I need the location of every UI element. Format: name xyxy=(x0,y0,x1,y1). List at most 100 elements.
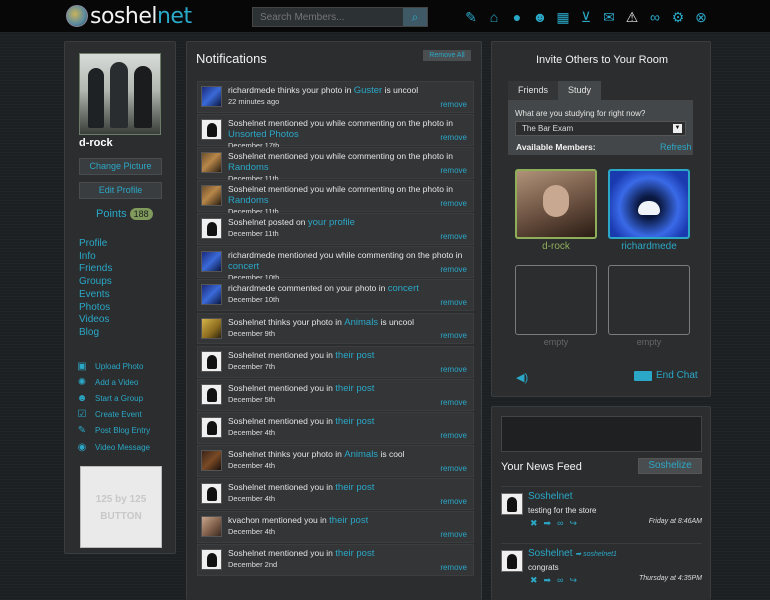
wrench-icon[interactable]: ✎ xyxy=(462,8,480,26)
notification-link[interactable]: Randoms xyxy=(228,162,269,173)
tab-study[interactable]: Study xyxy=(558,81,602,100)
mail-icon[interactable]: ✉ xyxy=(600,8,618,26)
nav-link-info[interactable]: Info xyxy=(79,251,112,264)
notification-link[interactable]: their post xyxy=(335,383,374,394)
notification-thumb[interactable] xyxy=(201,185,222,207)
notification-link[interactable]: concert xyxy=(388,283,419,294)
upload-photo-action[interactable]: ▣ Upload Photo xyxy=(76,358,150,374)
notification-thumb[interactable] xyxy=(201,549,222,571)
empty-member-slot[interactable] xyxy=(608,265,690,335)
post-blog-entry-action[interactable]: ✎ Post Blog Entry xyxy=(76,423,150,439)
nav-link-friends[interactable]: Friends xyxy=(79,263,112,276)
notification-link[interactable]: Animals xyxy=(344,449,378,460)
home-icon[interactable]: ⌂ xyxy=(485,8,503,26)
notification-remove-link[interactable]: remove xyxy=(440,199,467,208)
notification-thumb[interactable] xyxy=(201,350,222,372)
notification-link[interactable]: their post xyxy=(329,515,368,526)
notification-remove-link[interactable]: remove xyxy=(440,166,467,175)
notification-thumb[interactable] xyxy=(201,516,222,538)
member-slot-richardmede[interactable] xyxy=(608,169,690,239)
notification-link[interactable]: Randoms xyxy=(228,195,269,206)
notification-remove-link[interactable]: remove xyxy=(440,100,467,109)
notification-link[interactable]: Unsorted Photos xyxy=(228,129,299,140)
notification-remove-link[interactable]: remove xyxy=(440,431,467,440)
notification-thumb[interactable] xyxy=(201,251,222,273)
link-icon[interactable]: ∞ xyxy=(646,8,664,26)
nav-link-groups[interactable]: Groups xyxy=(79,276,112,289)
nav-link-events[interactable]: Events xyxy=(79,289,112,302)
profile-avatar[interactable] xyxy=(79,53,161,135)
reply-icon[interactable]: ↪ xyxy=(570,575,578,586)
notification-remove-link[interactable]: remove xyxy=(440,298,467,307)
notification-remove-link[interactable]: remove xyxy=(440,365,467,374)
notification-thumb[interactable] xyxy=(201,416,222,438)
nav-link-photos[interactable]: Photos xyxy=(79,302,112,315)
empty-member-slot[interactable] xyxy=(515,265,597,335)
feed-recipient[interactable]: ➡ soshelnet1 xyxy=(575,551,617,558)
remove-all-button[interactable]: Remove All xyxy=(423,50,471,61)
notification-thumb[interactable] xyxy=(201,152,222,174)
logo[interactable]: soshelnet xyxy=(66,3,192,29)
promo-button-placeholder[interactable]: 125 by 125 BUTTON xyxy=(80,466,162,548)
calendar-icon[interactable]: ▦ xyxy=(554,8,572,26)
close-icon[interactable]: ⊗ xyxy=(692,8,710,26)
delete-icon[interactable]: ✖ xyxy=(530,575,538,586)
end-chat-button[interactable]: End Chat xyxy=(634,370,698,381)
feed-author[interactable]: Soshelnet ➡ soshelnet1 xyxy=(528,548,617,559)
notification-remove-link[interactable]: remove xyxy=(440,398,467,407)
nav-link-profile[interactable]: Profile xyxy=(79,238,112,251)
notification-thumb[interactable] xyxy=(201,383,222,405)
tab-friends[interactable]: Friends xyxy=(508,81,559,100)
video-message-action[interactable]: ◉ Video Message xyxy=(76,439,150,455)
volume-icon[interactable]: ◀) xyxy=(516,371,528,384)
notification-thumb[interactable] xyxy=(201,482,222,504)
share-icon[interactable]: ➡ xyxy=(544,518,552,529)
feed-author[interactable]: Soshelnet xyxy=(528,491,572,502)
member-name[interactable]: richardmede xyxy=(608,241,690,252)
edit-profile-button[interactable]: Edit Profile xyxy=(79,182,162,199)
notification-remove-link[interactable]: remove xyxy=(440,464,467,473)
link-icon[interactable]: ∞ xyxy=(557,575,563,586)
notification-thumb[interactable] xyxy=(201,449,222,471)
notification-link[interactable]: their post xyxy=(335,482,374,493)
delete-icon[interactable]: ✖ xyxy=(530,518,538,529)
search-input[interactable] xyxy=(253,8,403,26)
notification-remove-link[interactable]: remove xyxy=(440,232,467,241)
user-icon[interactable]: ● xyxy=(508,8,526,26)
share-icon[interactable]: ➡ xyxy=(544,575,552,586)
notification-thumb[interactable] xyxy=(201,317,222,339)
notification-thumb[interactable] xyxy=(201,86,222,107)
change-picture-button[interactable]: Change Picture xyxy=(79,158,162,175)
create-event-action[interactable]: ☑ Create Event xyxy=(76,407,150,423)
notification-link[interactable]: their post xyxy=(335,548,374,559)
alert-icon[interactable]: ⚠ xyxy=(623,8,641,26)
notification-remove-link[interactable]: remove xyxy=(440,133,467,142)
notification-link[interactable]: their post xyxy=(335,350,374,361)
nav-link-videos[interactable]: Videos xyxy=(79,314,112,327)
notification-link[interactable]: Guster xyxy=(354,85,383,96)
group-icon[interactable]: ☻ xyxy=(531,8,549,26)
soshelize-button[interactable]: Soshelize xyxy=(638,458,702,474)
gear-icon[interactable]: ⚙ xyxy=(669,8,687,26)
notification-thumb[interactable] xyxy=(201,119,222,141)
notification-remove-link[interactable]: remove xyxy=(440,497,467,506)
notification-link[interactable]: your profile xyxy=(308,217,355,228)
search-button[interactable]: ⌕ xyxy=(403,8,427,26)
notification-thumb[interactable] xyxy=(201,218,222,240)
reply-icon[interactable]: ↪ xyxy=(570,518,578,529)
feed-avatar[interactable] xyxy=(501,550,523,572)
status-input[interactable] xyxy=(501,416,702,452)
link-icon[interactable]: ∞ xyxy=(557,518,563,529)
points-display[interactable]: Points 188 xyxy=(96,208,153,220)
start-group-action[interactable]: ☻ Start a Group xyxy=(76,390,150,406)
nav-link-blog[interactable]: Blog xyxy=(79,327,112,340)
member-name[interactable]: d-rock xyxy=(515,241,597,252)
feed-avatar[interactable] xyxy=(501,493,523,515)
notification-thumb[interactable] xyxy=(201,284,222,306)
notification-link[interactable]: concert xyxy=(228,261,259,272)
notification-link[interactable]: their post xyxy=(335,416,374,427)
member-slot-d-rock[interactable] xyxy=(515,169,597,239)
study-select[interactable]: The Bar Exam ▼ xyxy=(515,121,686,136)
notification-remove-link[interactable]: remove xyxy=(440,331,467,340)
notification-remove-link[interactable]: remove xyxy=(440,265,467,274)
